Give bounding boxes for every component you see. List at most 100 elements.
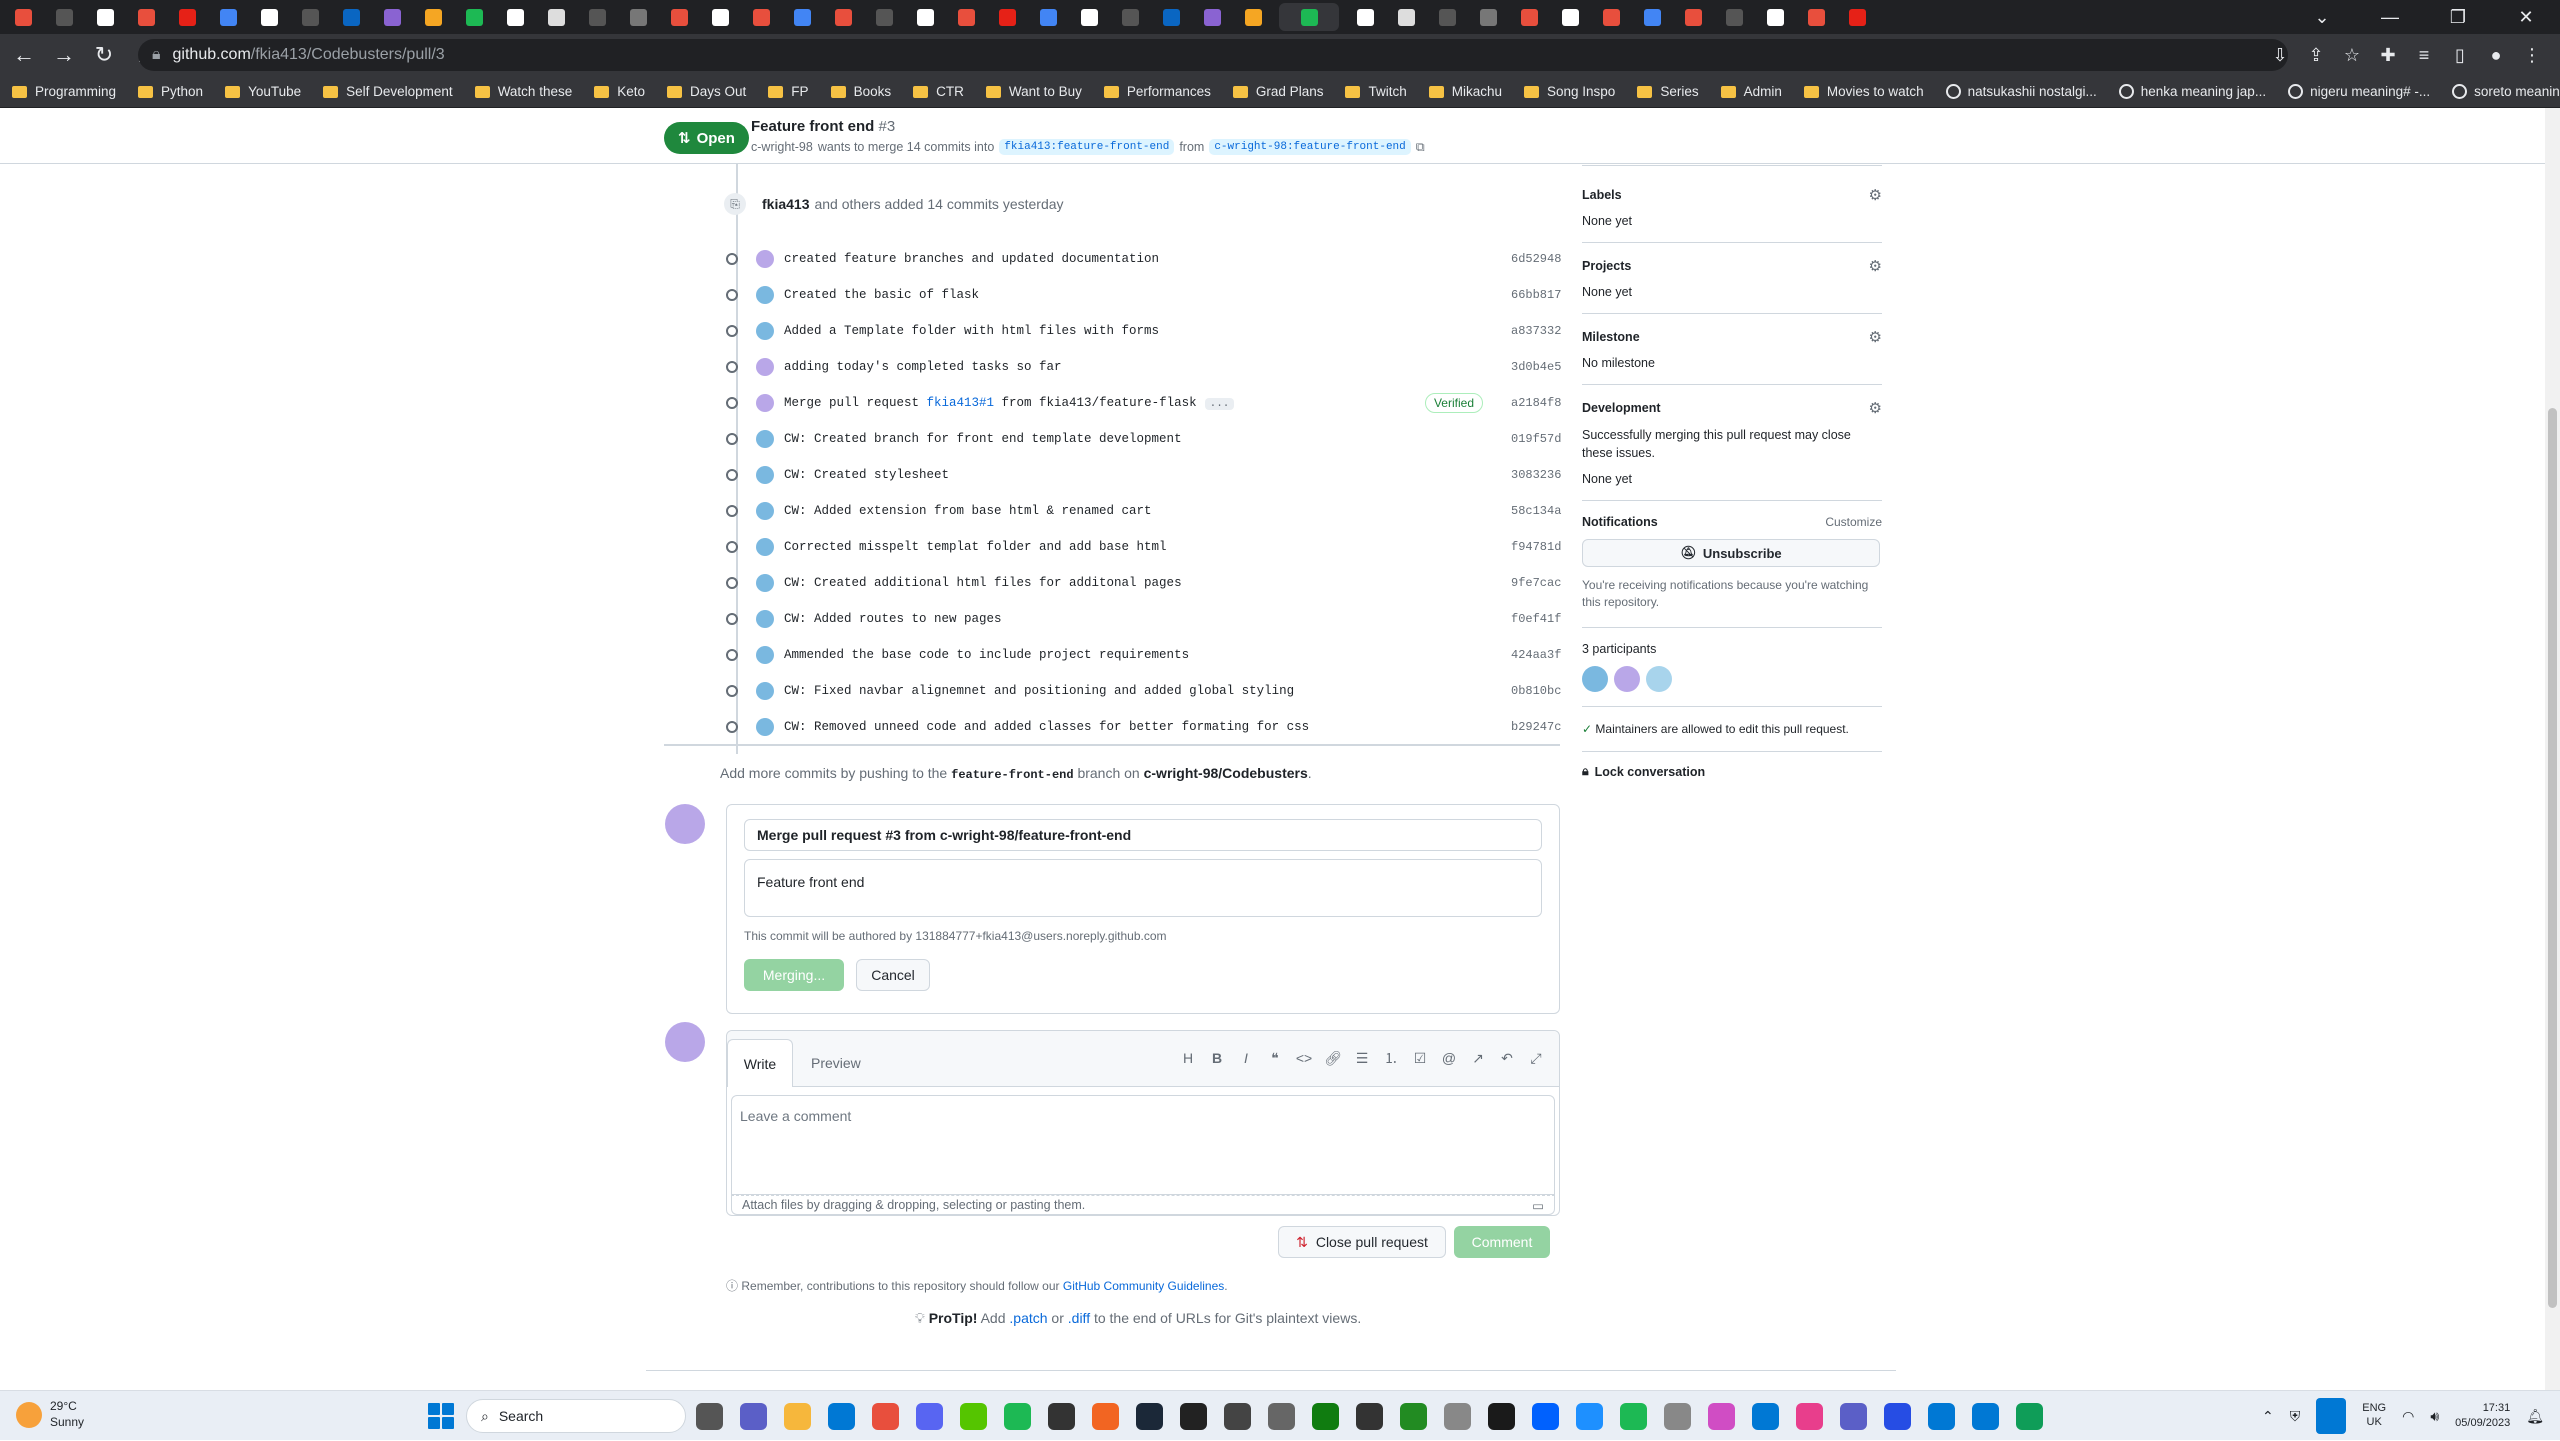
avatar[interactable] (756, 574, 774, 592)
bookmark-item[interactable]: Self Development (323, 84, 453, 99)
quote-icon[interactable]: ❝ (1266, 1049, 1284, 1067)
taskbar-search[interactable]: ⌕ Search (466, 1399, 686, 1433)
bookmark-item[interactable]: Books (830, 84, 891, 99)
merge-body-input[interactable]: Feature front end (744, 859, 1542, 917)
browser-tab[interactable] (90, 3, 120, 31)
task-list-icon[interactable]: ☑ (1411, 1049, 1429, 1067)
merging-button[interactable]: Merging... (744, 959, 844, 991)
commit-message[interactable]: adding today's completed tasks so far (784, 360, 1511, 374)
browser-tab[interactable] (1074, 3, 1104, 31)
share-icon[interactable]: ⇪ (2298, 45, 2334, 66)
profile-avatar[interactable]: ● (2478, 45, 2514, 66)
browser-tab[interactable] (541, 3, 571, 31)
taskbar-app-icon[interactable] (916, 1403, 943, 1430)
lock-conversation[interactable]: 🔒︎ Lock conversation (1582, 764, 1882, 779)
avatar[interactable] (756, 250, 774, 268)
browser-tab[interactable] (1842, 3, 1872, 31)
browser-tab[interactable] (1391, 3, 1421, 31)
bookmark-item[interactable]: Want to Buy (985, 84, 1082, 99)
commit-sha[interactable]: 6d52948 (1511, 252, 1561, 266)
taskbar-app-icon[interactable] (740, 1403, 767, 1430)
commit-message[interactable]: CW: Fixed navbar alignemnet and position… (784, 684, 1511, 698)
commits-author[interactable]: fkia413 (762, 196, 809, 212)
avatar[interactable] (756, 502, 774, 520)
expand-commit-button[interactable]: ... (1204, 398, 1235, 410)
bookmark-item[interactable]: Mikachu (1428, 84, 1502, 99)
browser-tab[interactable] (336, 3, 366, 31)
commit-sha[interactable]: f0ef41f (1511, 612, 1561, 626)
commit-message[interactable]: Ammended the base code to include projec… (784, 648, 1511, 662)
customize-link[interactable]: Customize (1825, 515, 1882, 529)
taskbar-app-icon[interactable] (1400, 1403, 1427, 1430)
commit-message[interactable]: Corrected misspelt templat folder and ad… (784, 540, 1511, 554)
security-icon[interactable]: ⛨ (2290, 1408, 2301, 1425)
labels-title[interactable]: Labels (1582, 188, 1622, 202)
close-pr-button[interactable]: ⇅ Close pull request (1278, 1226, 1446, 1258)
bookmark-item[interactable]: nigeru meaning# -... (2288, 84, 2430, 99)
taskbar-app-icon[interactable] (872, 1403, 899, 1430)
avatar[interactable] (756, 682, 774, 700)
fullscreen-icon[interactable]: ⤢ (1527, 1049, 1545, 1067)
close-window-icon[interactable]: ✕ (2492, 7, 2560, 28)
browser-tab[interactable] (1432, 3, 1462, 31)
volume-icon[interactable]: 🔊︎ (2430, 1408, 2439, 1425)
projects-title[interactable]: Projects (1582, 259, 1631, 273)
mention-icon[interactable]: @ (1440, 1049, 1458, 1067)
browser-tab[interactable] (1156, 3, 1186, 31)
commit-sha[interactable]: 0b810bc (1511, 684, 1561, 698)
taskbar-app-icon[interactable] (1928, 1403, 1955, 1430)
taskbar-app-icon[interactable] (1444, 1403, 1471, 1430)
commit-message[interactable]: CW: Created stylesheet (784, 468, 1511, 482)
browser-tab[interactable] (582, 3, 612, 31)
patch-link[interactable]: .patch (1009, 1310, 1047, 1326)
bookmark-item[interactable]: Grad Plans (1232, 84, 1323, 99)
tab-write[interactable]: Write (727, 1039, 793, 1087)
bookmark-item[interactable]: YouTube (225, 84, 301, 99)
verified-badge[interactable]: Verified (1424, 393, 1483, 413)
taskbar-app-icon[interactable] (784, 1403, 811, 1430)
taskbar-app-icon[interactable] (1268, 1403, 1295, 1430)
commit-pr-link[interactable]: fkia413#1 (927, 396, 995, 410)
numbered-list-icon[interactable]: ⒈ (1382, 1049, 1400, 1067)
community-guidelines-link[interactable]: GitHub Community Guidelines (1063, 1279, 1224, 1293)
browser-tab[interactable] (500, 3, 530, 31)
browser-tab[interactable] (1279, 3, 1339, 31)
avatar[interactable] (756, 286, 774, 304)
code-icon[interactable]: <> (1295, 1049, 1313, 1067)
bookmark-item[interactable]: FP (768, 84, 809, 99)
browser-tab[interactable] (705, 3, 735, 31)
taskbar-app-icon[interactable] (1180, 1403, 1207, 1430)
commit-message[interactable]: CW: Added routes to new pages (784, 612, 1511, 626)
diff-link[interactable]: .diff (1068, 1310, 1090, 1326)
gear-icon[interactable]: ⚙ (1869, 328, 1882, 346)
cancel-button[interactable]: Cancel (856, 959, 930, 991)
merge-title-input[interactable]: Merge pull request #3 from c-wright-98/f… (744, 819, 1542, 851)
notifications-icon[interactable]: 🔔︎ (2526, 1408, 2544, 1425)
taskbar-app-icon[interactable] (1004, 1403, 1031, 1430)
heading-icon[interactable]: H (1179, 1049, 1197, 1067)
browser-tab[interactable] (131, 3, 161, 31)
sidepanel-icon[interactable]: ▯ (2442, 45, 2478, 66)
avatar[interactable] (756, 466, 774, 484)
taskbar-app-icon[interactable] (1840, 1403, 1867, 1430)
taskbar-app-icon[interactable] (696, 1403, 723, 1430)
browser-tab[interactable] (951, 3, 981, 31)
browser-tab[interactable] (1115, 3, 1145, 31)
avatar[interactable] (756, 394, 774, 412)
taskbar-app-icon[interactable] (1532, 1403, 1559, 1430)
browser-tab[interactable] (869, 3, 899, 31)
browser-tab[interactable] (623, 3, 653, 31)
avatar[interactable] (756, 610, 774, 628)
commit-message[interactable]: Created the basic of flask (784, 288, 1511, 302)
windows-start-icon[interactable] (428, 1403, 454, 1429)
browser-tab[interactable] (1197, 3, 1227, 31)
browser-tab[interactable] (746, 3, 776, 31)
bulleted-list-icon[interactable]: ☰ (1353, 1049, 1371, 1067)
browser-tab[interactable] (828, 3, 858, 31)
taskbar-app-icon[interactable] (1972, 1403, 1999, 1430)
taskbar-app-icon[interactable] (1224, 1403, 1251, 1430)
avatar[interactable] (1614, 665, 1640, 692)
avatar[interactable] (756, 718, 774, 736)
taskbar-app-icon[interactable] (1752, 1403, 1779, 1430)
commit-message[interactable]: created feature branches and updated doc… (784, 252, 1511, 266)
